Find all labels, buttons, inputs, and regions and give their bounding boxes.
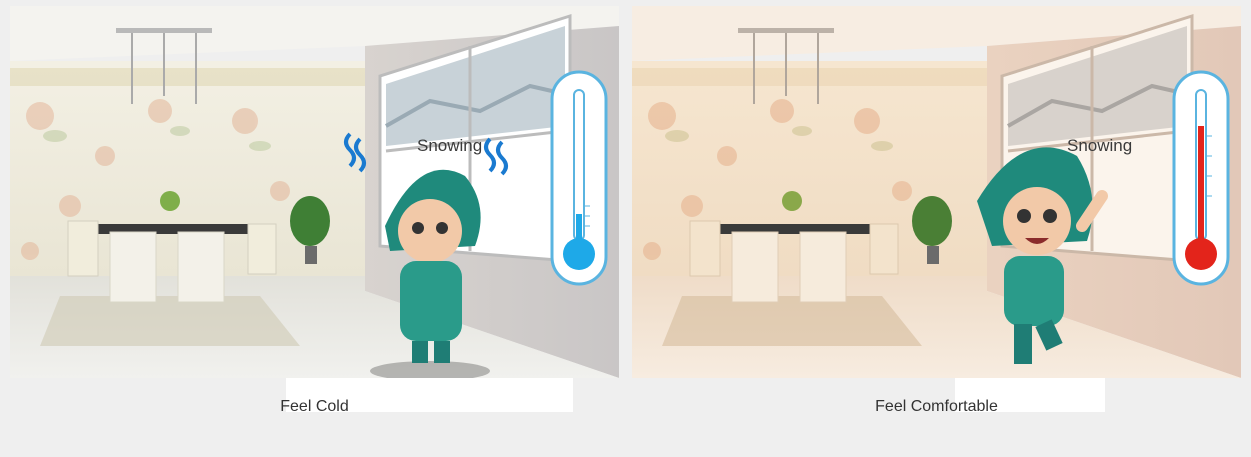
- comfortable-scene-panel: Snowing: [632, 6, 1241, 378]
- thermometer-warm-icon: [1172, 70, 1230, 286]
- warm-room-illustration: [632, 6, 1241, 378]
- cold-room-illustration: [10, 6, 619, 378]
- thermometer-cold-icon: [550, 70, 608, 286]
- weather-label-cold: Snowing: [417, 136, 483, 155]
- caption-feel-comfortable: Feel Comfortable: [875, 398, 998, 415]
- caption-feel-cold: Feel Cold: [280, 398, 349, 415]
- weather-label-comfortable: Snowing: [1067, 136, 1133, 155]
- cold-scene-panel: Snowing: [10, 6, 619, 378]
